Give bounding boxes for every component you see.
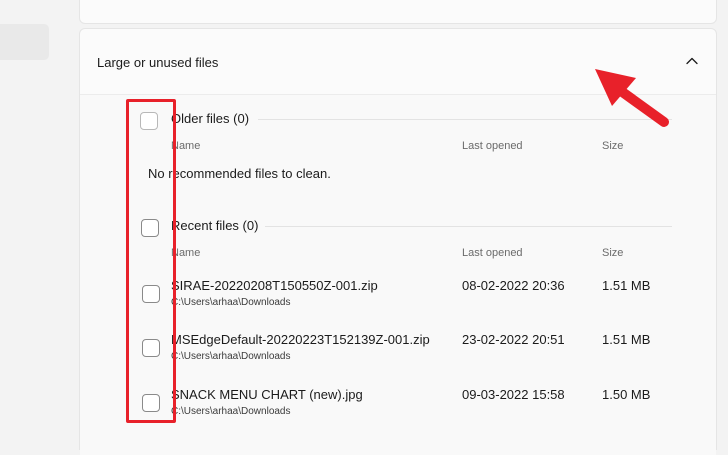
- recent-col-size: Size: [602, 247, 624, 259]
- older-col-size: Size: [602, 140, 624, 152]
- chevron-up-icon[interactable]: [682, 51, 702, 71]
- nav-sidebar: [0, 0, 62, 438]
- sidebar-selected-item[interactable]: [0, 24, 49, 60]
- file-last-opened: 08-02-2022 20:36: [462, 278, 565, 293]
- recent-files-title: Recent files (0): [171, 218, 259, 233]
- recent-col-last-opened: Last opened: [462, 247, 523, 259]
- file-path: C:\Users\arhaa\Downloads: [171, 297, 291, 308]
- file-size: 1.51 MB: [602, 332, 651, 347]
- older-col-last-opened: Last opened: [462, 140, 523, 152]
- previous-card: [79, 0, 717, 24]
- file-last-opened: 23-02-2022 20:51: [462, 332, 565, 347]
- file-name: SIRAE-20220208T150550Z-001.zip: [171, 278, 378, 293]
- file-last-opened: 09-03-2022 15:58: [462, 387, 565, 402]
- recent-files-divider: [265, 226, 672, 227]
- checkbox-highlight-box: [126, 99, 176, 423]
- arrow-annotation-icon: [595, 69, 669, 127]
- older-files-title: Older files (0): [171, 111, 250, 126]
- file-name: MSEdgeDefault-20220223T152139Z-001.zip: [171, 332, 430, 347]
- file-path: C:\Users\arhaa\Downloads: [171, 351, 291, 362]
- file-name: SNACK MENU CHART (new).jpg: [171, 387, 363, 402]
- file-size: 1.51 MB: [602, 278, 651, 293]
- file-path: C:\Users\arhaa\Downloads: [171, 406, 291, 417]
- panel-title: Large or unused files: [97, 55, 219, 70]
- file-size: 1.50 MB: [602, 387, 651, 402]
